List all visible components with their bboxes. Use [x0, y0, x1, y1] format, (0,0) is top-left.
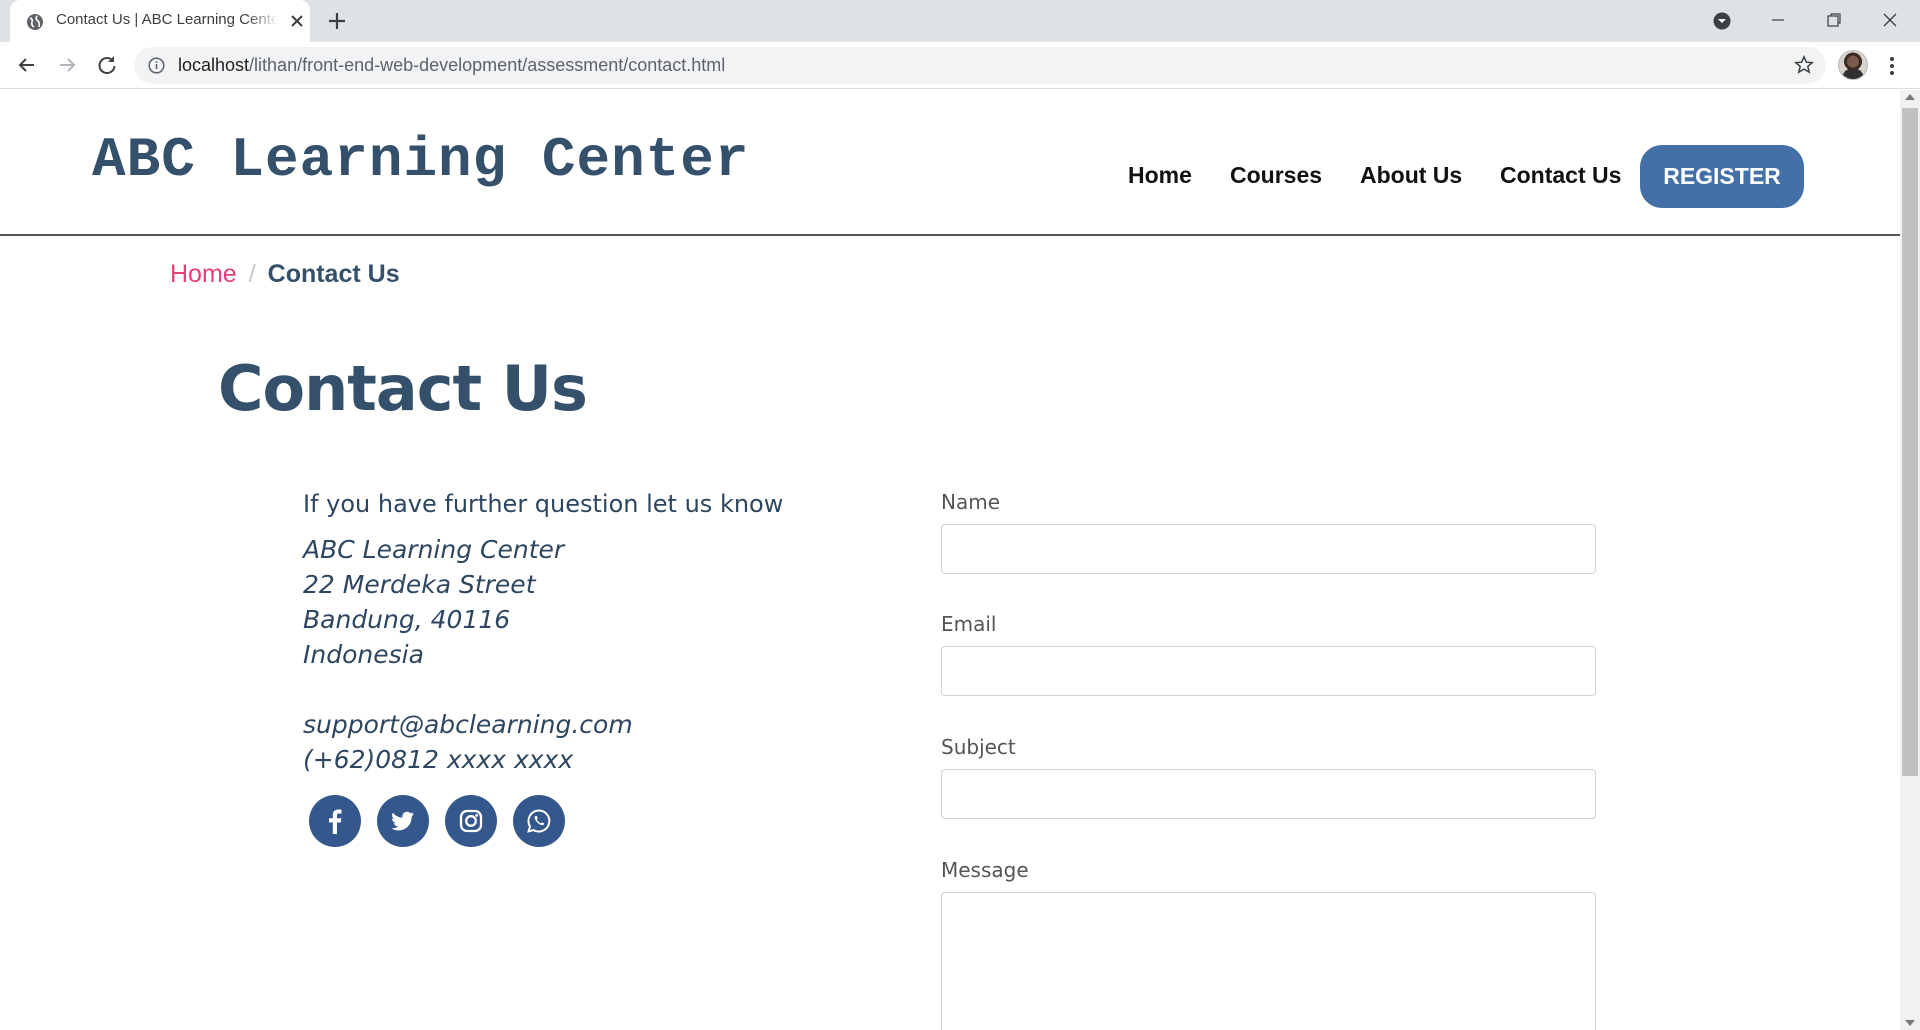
url-host: localhost	[178, 55, 250, 75]
contact-email[interactable]: support@abclearning.com	[303, 707, 903, 742]
facebook-button[interactable]	[309, 795, 361, 847]
name-input[interactable]	[941, 524, 1596, 574]
contact-phone: (+62)0812 xxxx xxxx	[303, 745, 574, 774]
email-input[interactable]	[941, 646, 1596, 696]
breadcrumb: Home / Contact Us	[170, 260, 400, 289]
address-line: Indonesia	[303, 640, 424, 669]
page-title: Contact Us	[218, 352, 588, 425]
message-label: Message	[941, 858, 1029, 882]
email-label: Email	[941, 612, 997, 636]
url-text[interactable]: localhost/lithan/front-end-web-developme…	[178, 55, 725, 76]
page-viewport: ABC Learning Center Home Courses About U…	[0, 90, 1900, 1030]
whatsapp-button[interactable]	[513, 795, 565, 847]
scroll-up-arrow[interactable]	[1905, 94, 1915, 100]
whatsapp-icon	[527, 809, 551, 833]
globe-icon	[27, 14, 43, 30]
breadcrumb-separator: /	[248, 260, 256, 288]
page-scrollbar[interactable]	[1900, 90, 1920, 1030]
nav-home[interactable]: Home	[1128, 162, 1192, 189]
contact-info: If you have further question let us know…	[303, 490, 903, 777]
window-close-button[interactable]	[1862, 0, 1918, 42]
address: ABC Learning Center 22 Merdeka Street Ba…	[303, 532, 903, 672]
name-label: Name	[941, 490, 1001, 514]
restore-button[interactable]	[1806, 0, 1862, 42]
nav-contact-us[interactable]: Contact Us	[1500, 162, 1621, 189]
twitter-icon	[391, 811, 414, 831]
instagram-button[interactable]	[445, 795, 497, 847]
forward-icon[interactable]	[53, 51, 81, 79]
star-icon[interactable]	[1794, 55, 1814, 75]
info-icon[interactable]	[148, 57, 165, 74]
minimize-icon	[1772, 19, 1784, 21]
minimize-button[interactable]	[1750, 0, 1806, 42]
site-header: ABC Learning Center Home Courses About U…	[0, 90, 1900, 236]
nav-about-us[interactable]: About Us	[1360, 162, 1462, 189]
brand-logo[interactable]: ABC Learning Center	[92, 128, 750, 192]
subject-label: Subject	[941, 735, 1016, 759]
subject-input[interactable]	[941, 769, 1596, 819]
window-close-icon	[1883, 13, 1897, 27]
tab-search-icon	[1713, 12, 1731, 30]
address-bar[interactable]: localhost/lithan/front-end-web-developme…	[134, 47, 1826, 84]
twitter-button[interactable]	[377, 795, 429, 847]
breadcrumb-home[interactable]: Home	[170, 260, 237, 288]
browser-tab-active[interactable]: Contact Us | ABC Learning Center	[10, 0, 310, 42]
facebook-icon	[329, 809, 342, 834]
url-path: /lithan/front-end-web-development/assess…	[249, 55, 726, 75]
message-textarea[interactable]	[941, 892, 1596, 1030]
address-line: ABC Learning Center	[303, 535, 565, 564]
scrollbar-thumb[interactable]	[1902, 108, 1918, 776]
contact-details: support@abclearning.com (+62)0812 xxxx x…	[303, 707, 903, 777]
address-line: 22 Merdeka Street	[303, 570, 536, 599]
browser-tab-strip: Contact Us | ABC Learning Center	[0, 0, 1920, 42]
contact-intro: If you have further question let us know	[303, 490, 784, 518]
plus-icon[interactable]	[326, 10, 348, 32]
close-icon[interactable]	[288, 12, 306, 30]
breadcrumb-current: Contact Us	[267, 260, 400, 288]
tab-search-button[interactable]	[1694, 0, 1750, 42]
more-menu-icon[interactable]	[1886, 54, 1898, 78]
nav-courses[interactable]: Courses	[1230, 162, 1322, 189]
reload-icon[interactable]	[93, 51, 121, 79]
register-button[interactable]: REGISTER	[1640, 145, 1804, 208]
instagram-icon	[459, 809, 483, 833]
profile-avatar[interactable]	[1838, 50, 1868, 80]
back-icon[interactable]	[13, 51, 41, 79]
tab-title: Contact Us | ABC Learning Center	[56, 11, 278, 31]
restore-icon	[1827, 13, 1841, 27]
browser-toolbar: localhost/lithan/front-end-web-developme…	[0, 42, 1920, 89]
scroll-down-arrow[interactable]	[1905, 1020, 1915, 1026]
address-line: Bandung, 40116	[303, 605, 511, 634]
